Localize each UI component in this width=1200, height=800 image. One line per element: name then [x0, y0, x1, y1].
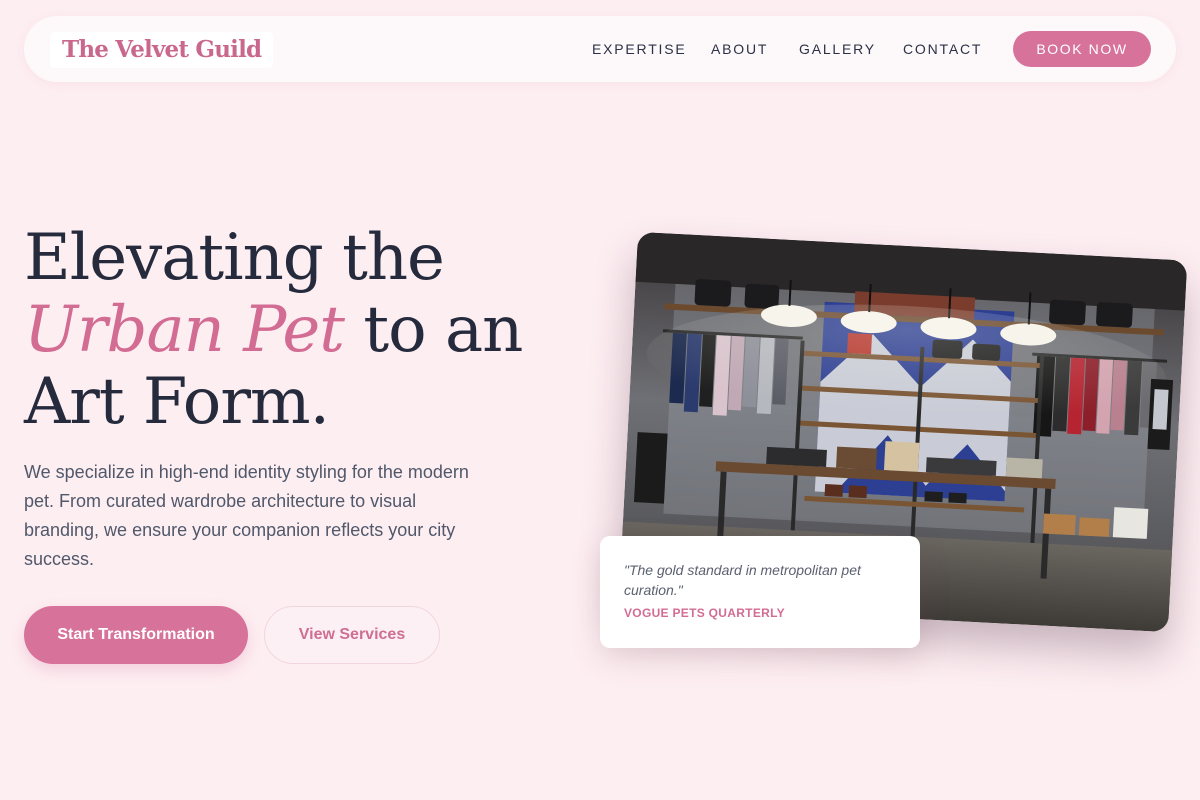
headline-accent: Urban Pet — [24, 293, 345, 367]
view-services-button[interactable]: View Services — [264, 606, 440, 664]
headline-line-3: Art Form. — [24, 365, 330, 439]
nav-link-about[interactable]: ABOUT — [711, 40, 768, 58]
hero-description: We specialize in high-end identity styli… — [24, 462, 469, 569]
nav-link-gallery[interactable]: GALLERY — [799, 40, 876, 58]
top-nav: The Velvet Guild EXPERTISE ABOUT GALLERY… — [24, 16, 1176, 82]
start-transformation-button[interactable]: Start Transformation — [24, 606, 248, 664]
nav-link-expertise[interactable]: EXPERTISE — [592, 40, 687, 58]
hero-headline: Elevating the Urban Pet to an Art Form. — [24, 222, 584, 438]
nav-link-contact[interactable]: CONTACT — [903, 40, 982, 58]
testimonial-source: VOGUE PETS QUARTERLY — [624, 606, 785, 620]
testimonial-card: "The gold standard in metropolitan pet c… — [600, 536, 920, 648]
testimonial-quote: "The gold standard in metropolitan pet c… — [624, 562, 861, 598]
brand-logo[interactable]: The Velvet Guild — [50, 32, 274, 68]
headline-line-1: Elevating the — [24, 221, 445, 295]
book-now-button[interactable]: BOOK NOW — [1013, 31, 1151, 67]
headline-line-2: to an — [363, 293, 523, 367]
